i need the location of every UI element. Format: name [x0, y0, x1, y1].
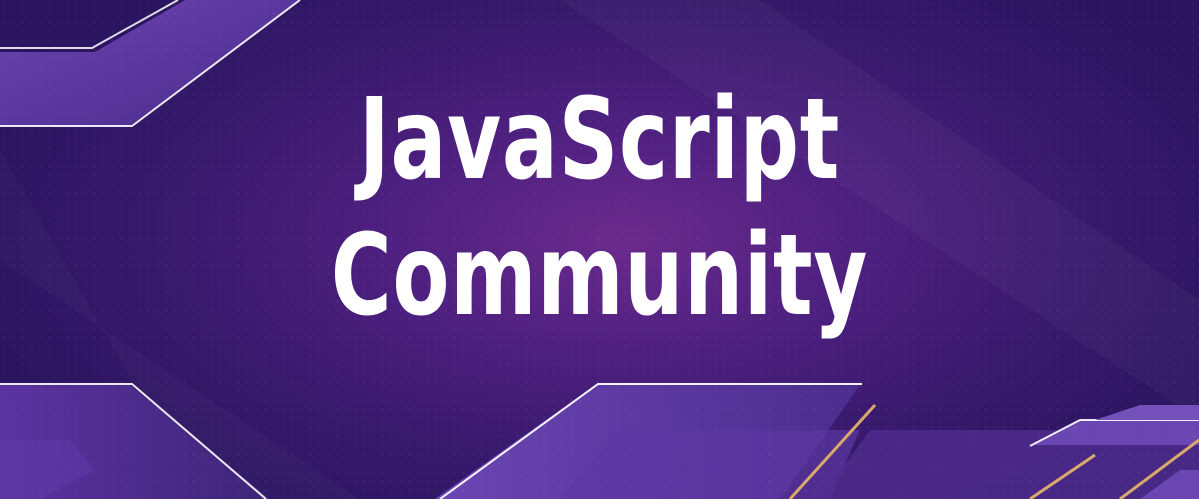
banner-title-line-2: Community	[330, 211, 869, 341]
bottom-right-tab-2	[1095, 405, 1199, 420]
diagonal-band	[560, 0, 1199, 420]
banner-title-line-1: JavaScript	[358, 75, 841, 205]
banner: JavaScript Community	[0, 0, 1199, 499]
